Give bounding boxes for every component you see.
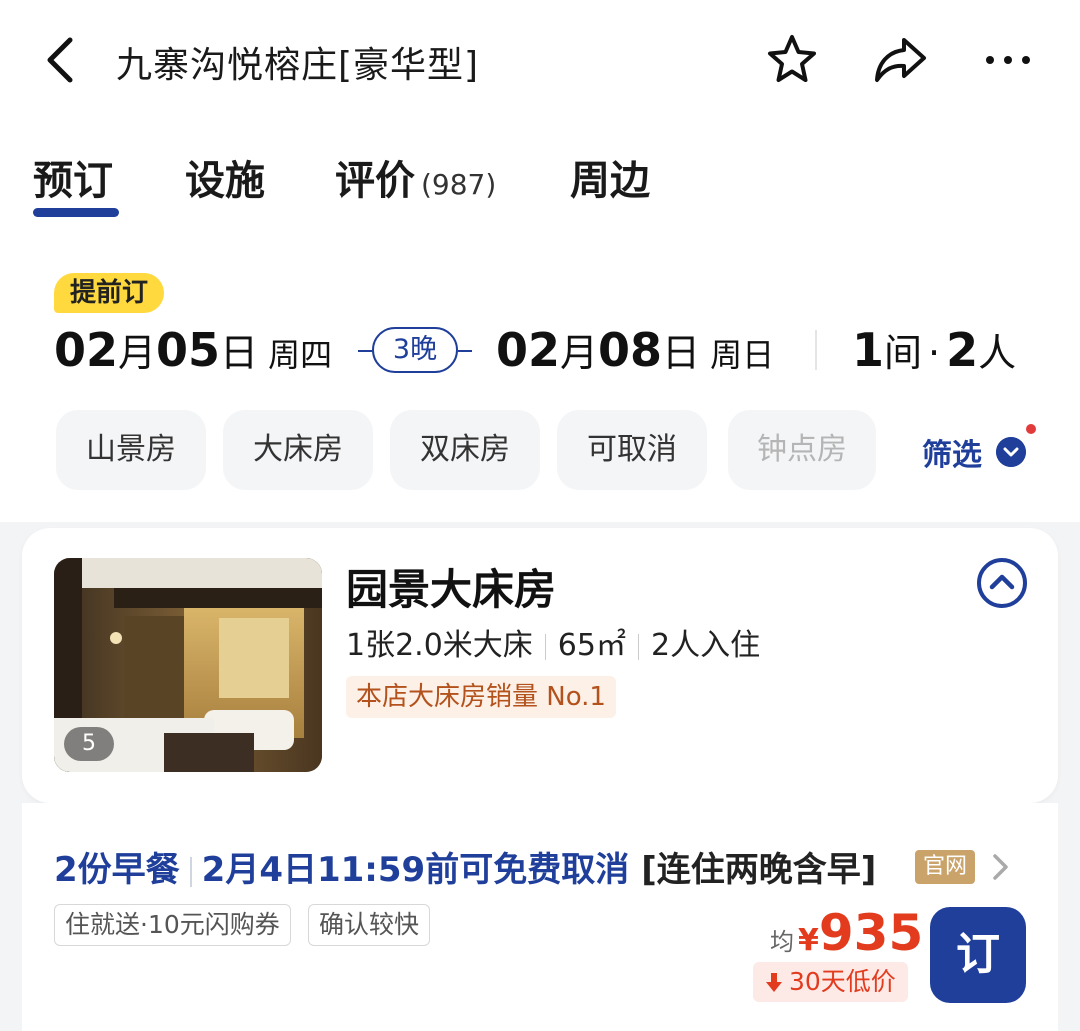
- tab-booking[interactable]: 预订: [33, 148, 113, 206]
- chevron-right-icon[interactable]: [990, 850, 1012, 884]
- more-icon[interactable]: [978, 30, 1038, 90]
- divider: [815, 330, 817, 370]
- room-specs: 1张2.0米大床 65㎡ 2人入住: [346, 620, 760, 664]
- spec-divider: [544, 633, 546, 660]
- tab-facilities[interactable]: 设施: [185, 148, 265, 206]
- star-icon[interactable]: [762, 30, 822, 90]
- rooms-guests-selector[interactable]: 1间 · 2人: [852, 322, 1016, 377]
- review-count: (987): [421, 168, 497, 201]
- tab-nearby[interactable]: 周边: [570, 148, 650, 206]
- early-booking-badge: 提前订: [54, 273, 165, 313]
- tab-reviews[interactable]: 评价 (987): [335, 148, 496, 206]
- currency-symbol: ¥: [798, 923, 819, 958]
- checkout-weekday: 周日: [710, 336, 775, 374]
- guests-separator: ·: [928, 331, 941, 375]
- tab-facilities-label: 设施: [185, 158, 265, 204]
- chevron-up-circle-icon[interactable]: [976, 557, 1028, 609]
- down-arrow-icon: [766, 973, 782, 992]
- price-display: 均 ¥935: [770, 904, 923, 962]
- filter-chip-hourly[interactable]: 钟点房: [728, 410, 876, 490]
- checkin-month: 02: [54, 323, 119, 377]
- guest-count: 2: [946, 323, 979, 377]
- book-button[interactable]: 订: [930, 907, 1026, 1003]
- active-tab-indicator: [33, 208, 119, 217]
- tab-bar: 预订 设施 评价 (987) 周边: [0, 148, 1080, 228]
- checkin-day: 05: [156, 323, 221, 377]
- filter-chip-king-bed[interactable]: 大床房: [223, 410, 373, 490]
- filter-chip-mountain-view[interactable]: 山景房: [56, 410, 206, 490]
- occupancy: 2人入住: [650, 628, 761, 663]
- tab-nearby-label: 周边: [570, 158, 650, 204]
- rate-summary[interactable]: 2份早餐 2月4日11:59前可免费取消 [连住两晚含早]: [54, 842, 876, 891]
- tab-reviews-label: 评价: [335, 158, 415, 204]
- share-icon[interactable]: [870, 30, 930, 90]
- nights-badge: 3晚: [372, 327, 458, 373]
- top-bar: 九寨沟悦榕庄[豪华型]: [0, 0, 1080, 120]
- hotel-title: 九寨沟悦榕庄[豪华型]: [116, 45, 480, 86]
- rate-divider: [189, 856, 192, 887]
- room-area: 65㎡: [557, 628, 626, 663]
- checkin-weekday: 周四: [268, 336, 333, 374]
- checkout-month: 02: [496, 323, 561, 377]
- photo-count-badge: 5: [64, 727, 114, 761]
- filter-button[interactable]: 筛选: [922, 430, 982, 474]
- nights-connector-left: [358, 350, 372, 352]
- chevron-down-circle-icon[interactable]: [996, 437, 1026, 467]
- avg-label: 均: [770, 928, 794, 956]
- spec-divider: [637, 633, 639, 660]
- tab-booking-label: 预订: [33, 158, 113, 204]
- checkout-month-unit: 月: [560, 331, 599, 375]
- checkout-date[interactable]: 02月08日 周日: [496, 322, 774, 377]
- nights-connector-right: [458, 350, 472, 352]
- filter-chip-twin-bed[interactable]: 双床房: [390, 410, 540, 490]
- filter-chip-cancellable[interactable]: 可取消: [557, 410, 707, 490]
- breakfast-info: 2份早餐: [54, 850, 180, 890]
- checkout-day: 08: [598, 323, 663, 377]
- package-name: [连住两晚含早]: [641, 850, 877, 890]
- bed-info: 1张2.0米大床: [346, 628, 533, 663]
- bestseller-tag: 本店大床房销量 No.1: [346, 676, 616, 718]
- checkout-day-unit: 日: [662, 331, 701, 375]
- room-name: 园景大床房: [346, 565, 557, 614]
- official-badge: 官网: [915, 850, 976, 884]
- cancellation-policy: 2月4日11:59前可免费取消: [201, 850, 630, 890]
- checkin-date[interactable]: 02月05日 周四: [54, 322, 332, 377]
- perk-fast-confirm: 确认较快: [308, 904, 431, 946]
- back-arrow-icon[interactable]: [40, 34, 80, 86]
- checkin-month-unit: 月: [118, 331, 157, 375]
- notification-dot: [1026, 424, 1036, 434]
- perk-coupon: 住就送·10元闪购券: [54, 904, 291, 946]
- price-value: 935: [818, 904, 924, 962]
- checkin-day-unit: 日: [220, 331, 259, 375]
- room-count: 1: [852, 323, 885, 377]
- room-unit: 间: [884, 331, 923, 375]
- guest-unit: 人: [978, 331, 1017, 375]
